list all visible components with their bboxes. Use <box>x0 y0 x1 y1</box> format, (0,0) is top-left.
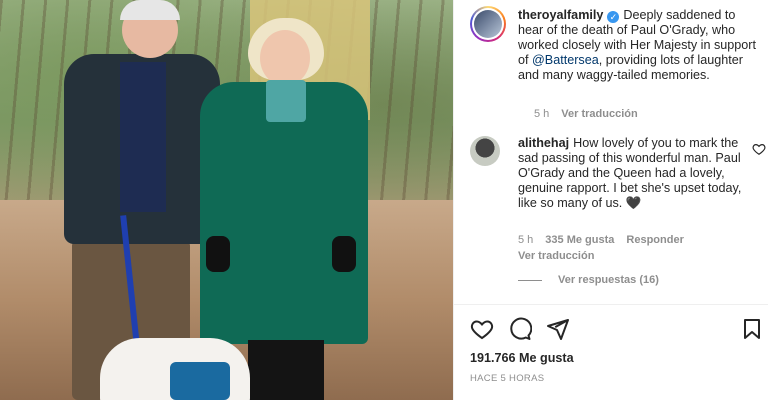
avatar[interactable] <box>470 6 506 42</box>
comment-like-icon[interactable] <box>752 142 766 156</box>
reply-button[interactable]: Responder <box>626 234 683 246</box>
comment-likes[interactable]: 335 Me gusta <box>545 234 614 246</box>
post-caption: theroyalfamily ✓ Deeply saddened to hear o… <box>518 8 762 83</box>
post-photo[interactable] <box>0 0 453 400</box>
photo-glove-right <box>332 236 356 272</box>
share-icon[interactable] <box>546 317 570 341</box>
bookmark-icon[interactable] <box>740 317 764 341</box>
photo-man-sweater <box>120 62 166 212</box>
comment-icon[interactable] <box>508 317 532 341</box>
post-meta: 5 h Ver traducción <box>534 108 638 120</box>
view-replies-label: Ver respuestas (16) <box>558 274 659 286</box>
post-side-panel: theroyalfamily ✓ Deeply saddened to hear o… <box>453 0 768 400</box>
photo-woman-head <box>260 30 310 86</box>
comment-translation-link[interactable]: Ver traducción <box>518 248 748 264</box>
mention-link[interactable]: @Battersea <box>532 53 599 67</box>
heart-icon[interactable] <box>470 317 494 341</box>
post-timestamp: HACE 5 HORAS <box>470 373 545 384</box>
comment-emoji: 🖤 <box>625 196 642 210</box>
post-actions: 191.766 Me gusta HACE 5 HORAS <box>454 304 768 400</box>
comment-meta: 5 h 335 Me gusta Responder Ver traducción <box>518 232 748 264</box>
photo-woman-scarf <box>266 80 306 122</box>
comment-avatar[interactable] <box>470 136 500 166</box>
photo-woman-legs <box>248 340 324 400</box>
post-time: 5 h <box>534 108 550 120</box>
photo-dog-harness <box>170 362 230 400</box>
verified-badge-icon: ✓ <box>607 11 620 23</box>
view-replies-button[interactable]: Ver respuestas (16) <box>518 274 659 286</box>
photo-glove-left <box>206 236 230 272</box>
avatar-image <box>474 10 502 38</box>
comment-text-block: alithehaj How lovely of you to mark the s… <box>518 136 748 211</box>
likes-count[interactable]: 191.766 Me gusta <box>470 351 574 365</box>
photo-man-hair <box>120 0 180 20</box>
replies-divider <box>518 279 542 281</box>
comment-time: 5 h <box>518 234 534 246</box>
see-translation-link[interactable]: Ver traducción <box>561 108 637 120</box>
post-username[interactable]: theroyalfamily <box>518 8 603 22</box>
comment-username[interactable]: alithehaj <box>518 136 569 150</box>
